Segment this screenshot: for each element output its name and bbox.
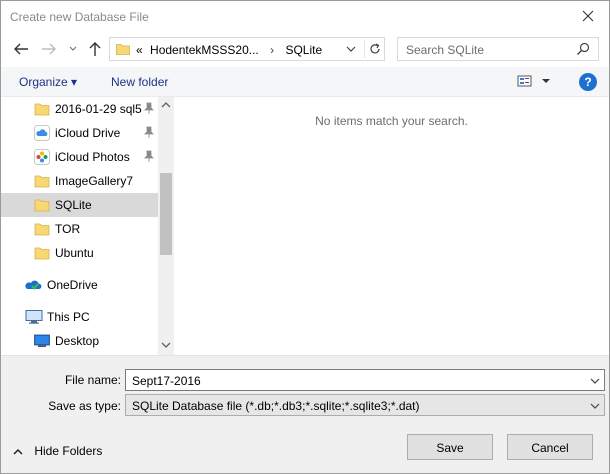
help-button[interactable]: ? bbox=[579, 73, 597, 91]
nav-item-icloud-photos[interactable]: iCloud Photos bbox=[1, 145, 158, 169]
chevron-down-icon bbox=[69, 46, 77, 51]
cancel-button[interactable]: Cancel bbox=[507, 434, 593, 460]
close-icon bbox=[582, 10, 594, 22]
chevron-up-icon bbox=[13, 448, 23, 455]
file-name-field[interactable]: Sept17-2016 bbox=[125, 369, 605, 391]
nav-item-label: Ubuntu bbox=[55, 246, 94, 260]
nav-item-label: OneDrive bbox=[47, 278, 98, 292]
folder-icon bbox=[116, 44, 130, 55]
save-type-select[interactable]: SQLite Database file (*.db;*.db3;*.sqlit… bbox=[125, 394, 605, 416]
hide-folders-button[interactable]: Hide Folders bbox=[13, 444, 102, 458]
breadcrumb: « HodentekMSSS20... › SQLite bbox=[136, 43, 322, 57]
nav-item-tor[interactable]: TOR bbox=[1, 217, 158, 241]
nav-item-label: 2016-01-29 sql5 bbox=[55, 102, 142, 116]
this-pc-icon bbox=[25, 310, 43, 324]
arrow-right-icon bbox=[42, 43, 56, 55]
nav-item-imagegallery7[interactable]: ImageGallery7 bbox=[1, 169, 158, 193]
title-bar: Create new Database File bbox=[1, 1, 609, 33]
nav-item-onedrive[interactable]: OneDrive bbox=[1, 273, 158, 297]
nav-item-label: SQLite bbox=[55, 198, 92, 212]
refresh-button[interactable] bbox=[364, 40, 384, 58]
nav-item-icloud-drive[interactable]: iCloud Drive bbox=[1, 121, 158, 145]
desktop-icon bbox=[34, 334, 50, 347]
scroll-up-icon[interactable] bbox=[161, 101, 171, 109]
window-title: Create new Database File bbox=[10, 10, 149, 24]
scrollbar-thumb[interactable] bbox=[160, 173, 172, 255]
navigation-pane: 2016-01-29 sql5 iCloud Drive iCloud Phot… bbox=[1, 97, 158, 355]
hide-folders-label: Hide Folders bbox=[34, 444, 103, 458]
save-button[interactable]: Save bbox=[407, 434, 493, 460]
recent-locations-button[interactable] bbox=[63, 39, 83, 59]
file-name-value: Sept17-2016 bbox=[132, 374, 201, 388]
empty-message: No items match your search. bbox=[315, 114, 468, 128]
nav-item-2016-01-29-sql5[interactable]: 2016-01-29 sql5 bbox=[1, 97, 158, 121]
save-type-label: Save as type: bbox=[48, 399, 121, 413]
folder-icon bbox=[34, 199, 50, 212]
breadcrumb-overflow[interactable]: « bbox=[136, 43, 143, 57]
icloud-photos-icon bbox=[34, 149, 50, 165]
pin-icon bbox=[144, 102, 154, 114]
forward-button[interactable] bbox=[39, 39, 59, 59]
arrow-left-icon bbox=[14, 43, 28, 55]
nav-item-label: ImageGallery7 bbox=[55, 174, 134, 188]
nav-item-label: This PC bbox=[47, 310, 90, 324]
nav-item-label: Desktop bbox=[55, 334, 100, 348]
breadcrumb-separator-icon[interactable]: › bbox=[270, 43, 274, 57]
refresh-icon bbox=[369, 43, 380, 54]
scroll-down-icon[interactable] bbox=[161, 341, 171, 349]
navigation-scrollbar[interactable] bbox=[158, 97, 174, 355]
folder-icon bbox=[34, 103, 50, 116]
address-bar[interactable]: « HodentekMSSS20... › SQLite bbox=[109, 37, 385, 61]
chevron-down-icon[interactable] bbox=[590, 399, 600, 413]
search-placeholder: Search SQLite bbox=[406, 43, 485, 57]
organize-button[interactable]: Organize ▾ bbox=[19, 75, 77, 89]
folder-icon bbox=[34, 175, 50, 188]
chevron-down-icon[interactable] bbox=[590, 374, 600, 388]
change-view-button[interactable] bbox=[517, 73, 553, 92]
pin-icon bbox=[144, 126, 154, 138]
nav-item-this-pc[interactable]: This PC bbox=[1, 305, 158, 329]
save-dialog: Create new Database File « HodentekMSSS2… bbox=[0, 0, 610, 474]
nav-item-sqlite[interactable]: SQLite bbox=[1, 193, 158, 217]
view-icon bbox=[517, 75, 550, 87]
file-list[interactable]: No items match your search. bbox=[174, 97, 609, 355]
save-form: File name: Sept17-2016 Save as type: SQL… bbox=[1, 355, 609, 473]
onedrive-icon bbox=[25, 280, 42, 291]
folder-icon bbox=[34, 247, 50, 260]
new-folder-button[interactable]: New folder bbox=[111, 75, 168, 89]
arrow-up-icon bbox=[89, 42, 101, 56]
pin-icon bbox=[144, 150, 154, 162]
nav-item-label: TOR bbox=[55, 222, 81, 236]
command-bar: Organize ▾ New folder ? bbox=[1, 67, 609, 97]
up-button[interactable] bbox=[85, 39, 105, 59]
navigation-bar: « HodentekMSSS20... › SQLite Search SQLi… bbox=[1, 35, 609, 63]
nav-item-ubuntu[interactable]: Ubuntu bbox=[1, 241, 158, 265]
breadcrumb-item[interactable]: SQLite bbox=[285, 43, 322, 57]
search-box[interactable]: Search SQLite bbox=[397, 37, 599, 61]
nav-item-label: iCloud Drive bbox=[55, 126, 121, 140]
chevron-down-icon[interactable] bbox=[346, 42, 356, 56]
icloud-drive-icon bbox=[34, 125, 50, 141]
nav-item-desktop[interactable]: Desktop bbox=[1, 329, 158, 353]
file-name-label: File name: bbox=[64, 373, 121, 387]
folder-icon bbox=[34, 223, 50, 236]
save-type-value: SQLite Database file (*.db;*.db3;*.sqlit… bbox=[132, 399, 420, 413]
nav-item-label: iCloud Photos bbox=[55, 150, 130, 164]
back-button[interactable] bbox=[11, 39, 31, 59]
search-icon bbox=[577, 42, 590, 55]
breadcrumb-item[interactable]: HodentekMSSS20... bbox=[150, 43, 259, 57]
close-button[interactable] bbox=[575, 5, 601, 27]
